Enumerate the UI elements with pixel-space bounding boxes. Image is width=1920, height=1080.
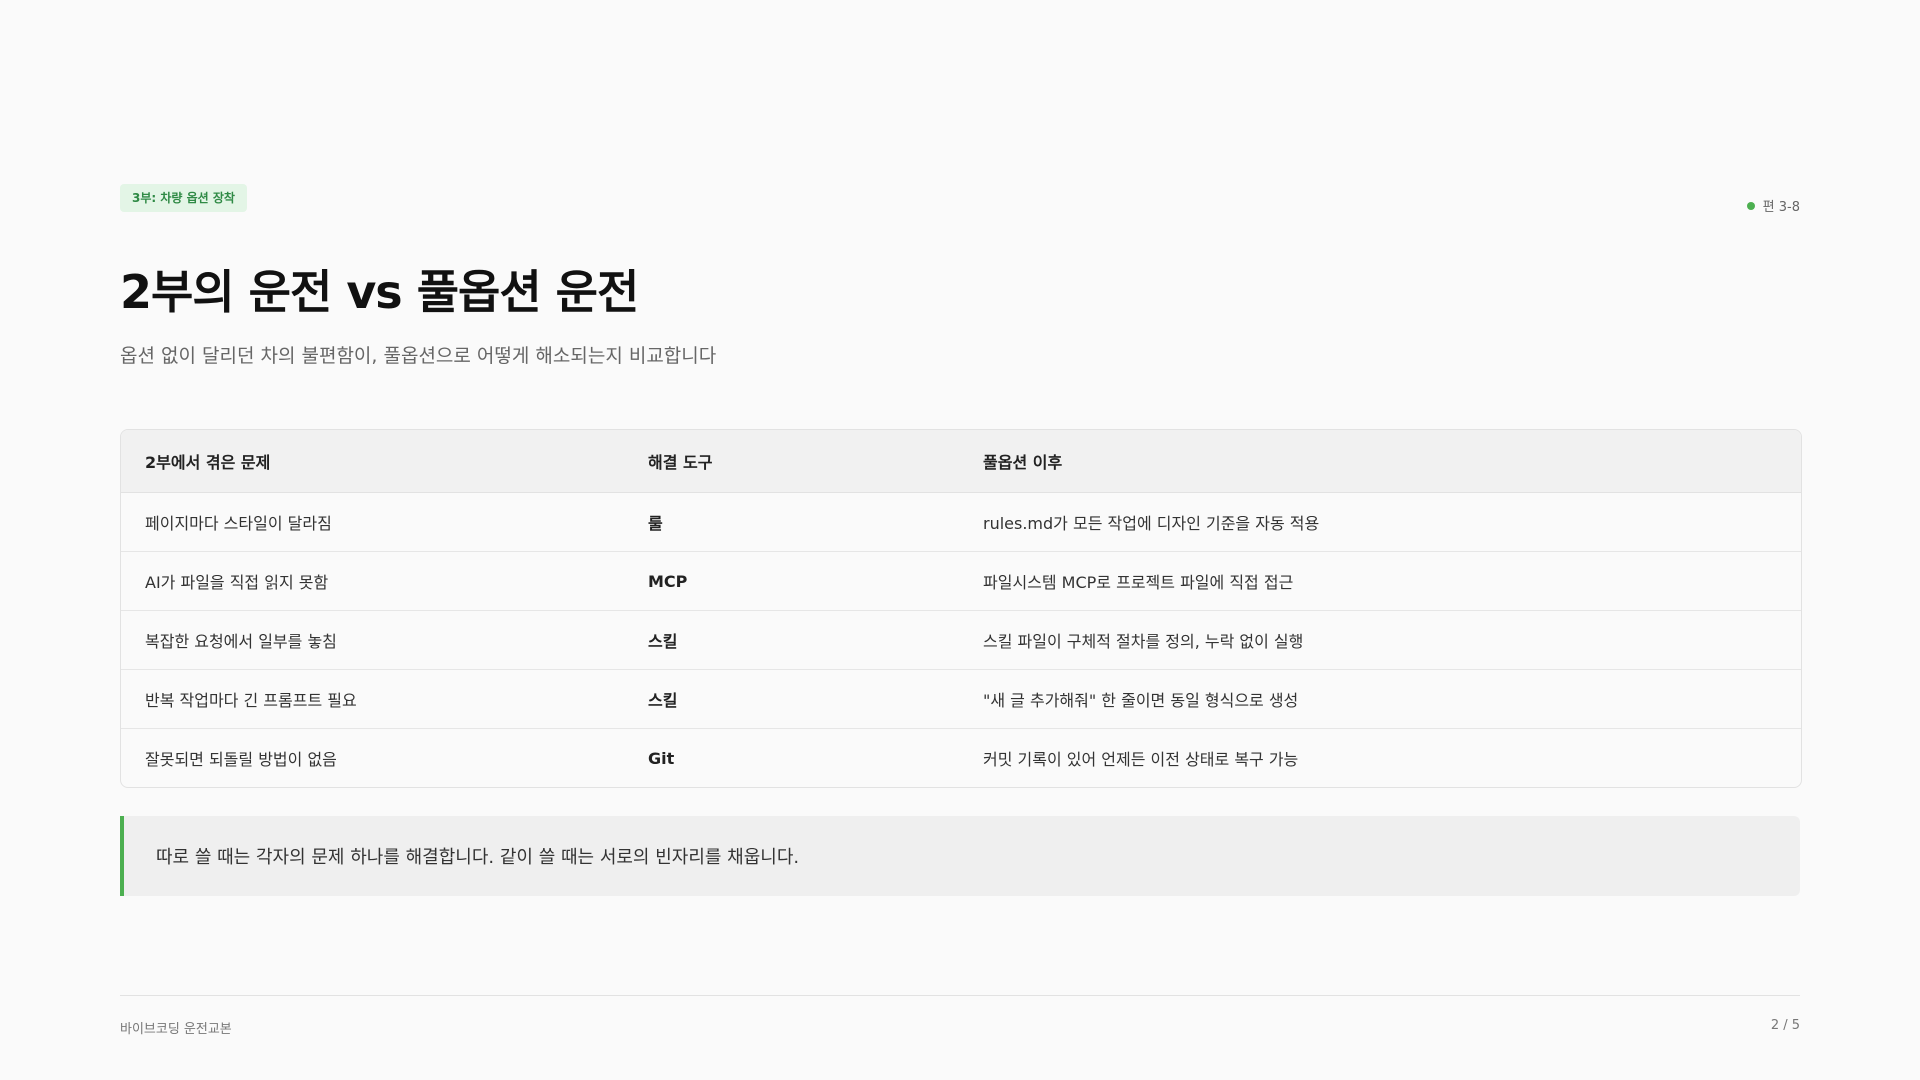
footer-divider xyxy=(120,995,1800,996)
cell-problem: 페이지마다 스타일이 달라짐 xyxy=(121,492,624,552)
table-row: 복잡한 요청에서 일부를 놓침 스킬 스킬 파일이 구체적 절차를 정의, 누락… xyxy=(121,610,1801,670)
comparison-table: 2부에서 겪은 문제 해결 도구 풀옵션 이후 페이지마다 스타일이 달라짐 룰… xyxy=(121,430,1801,787)
cell-after: 파일시스템 MCP로 프로젝트 파일에 직접 접근 xyxy=(959,551,1801,611)
page-title: 2부의 운전 vs 풀옵션 운전 xyxy=(120,265,639,319)
comparison-table-container: 2부에서 겪은 문제 해결 도구 풀옵션 이후 페이지마다 스타일이 달라짐 룰… xyxy=(120,429,1802,788)
table-row: 반복 작업마다 긴 프롬프트 필요 스킬 "새 글 추가해줘" 한 줄이면 동일… xyxy=(121,669,1801,729)
table-header-row: 2부에서 겪은 문제 해결 도구 풀옵션 이후 xyxy=(121,430,1801,493)
cell-tool: Git xyxy=(648,748,675,768)
cell-tool: 룰 xyxy=(624,492,959,552)
cell-after: 스킬 파일이 구체적 절차를 정의, 누락 없이 실행 xyxy=(959,610,1801,670)
cell-problem: AI가 파일을 직접 읽지 못함 xyxy=(121,551,624,611)
page-subtitle: 옵션 없이 달리던 차의 불편함이, 풀옵션으로 어떻게 해소되는지 비교합니다 xyxy=(120,345,717,367)
cell-after: 커밋 기록이 있어 언제든 이전 상태로 복구 가능 xyxy=(983,750,1299,769)
column-header-after: 풀옵션 이후 xyxy=(959,430,1801,493)
cell-problem: 잘못되면 되돌릴 방법이 없음 xyxy=(145,750,337,769)
column-header-problem: 2부에서 겪은 문제 xyxy=(121,430,624,493)
table-row: AI가 파일을 직접 읽지 못함 MCP 파일시스템 MCP로 프로젝트 파일에… xyxy=(121,551,1801,611)
cell-tool: MCP xyxy=(624,551,959,611)
page-tag-label: 편 3-8 xyxy=(1762,200,1800,215)
slide: 3부: 차량 옵션 장착 편 3-8 2부의 운전 vs 풀옵션 운전 옵션 없… xyxy=(0,0,1920,1080)
footer-book-title: 바이브코딩 운전교본 xyxy=(120,1022,232,1037)
table-row: 잘못되면 되돌릴 방법이 없음 Git 커밋 기록이 있어 언제든 이전 상태로… xyxy=(121,729,1801,788)
cell-tool: 스킬 xyxy=(624,610,959,670)
top-row: 3부: 차량 옵션 장착 편 3-8 xyxy=(120,184,1800,215)
part-badge: 3부: 차량 옵션 장착 xyxy=(120,184,247,212)
column-header-tool: 해결 도구 xyxy=(624,430,959,493)
page-tag: 편 3-8 xyxy=(1746,196,1800,215)
cell-problem: 복잡한 요청에서 일부를 놓침 xyxy=(121,610,624,670)
summary-callout: 따로 쓸 때는 각자의 문제 하나를 해결합니다. 같이 쓸 때는 서로의 빈자… xyxy=(120,816,1800,896)
cell-tool: 스킬 xyxy=(624,669,959,729)
cell-problem: 반복 작업마다 긴 프롬프트 필요 xyxy=(121,669,624,729)
table-row: 페이지마다 스타일이 달라짐 룰 rules.md가 모든 작업에 디자인 기준… xyxy=(121,492,1801,552)
footer-page-number: 2 / 5 xyxy=(1770,1018,1800,1033)
cell-after: "새 글 추가해줘" 한 줄이면 동일 형식으로 생성 xyxy=(959,669,1801,729)
cell-after: rules.md가 모든 작업에 디자인 기준을 자동 적용 xyxy=(959,492,1801,552)
status-dot-icon xyxy=(1746,201,1755,210)
